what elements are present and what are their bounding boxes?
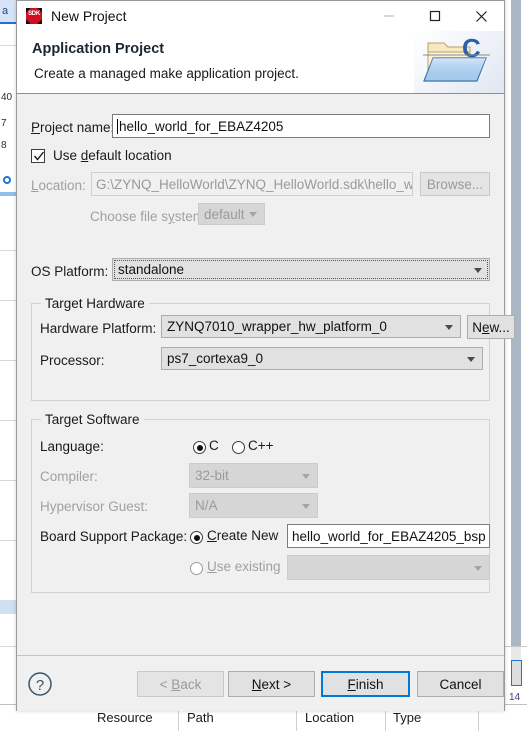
background-selected-row	[0, 600, 16, 614]
background-divider	[0, 480, 16, 481]
use-default-location-checkbox[interactable]	[31, 149, 45, 163]
hardware-platform-label: Hardware Platform:	[40, 321, 157, 336]
screen: a 40 7 8 14 14 Resource Path Location Ty…	[0, 0, 527, 731]
compiler-label: Compiler:	[40, 469, 98, 484]
compiler-value: 32-bit	[195, 468, 229, 483]
background-tab-underline	[0, 22, 16, 24]
bsp-radio-use-existing[interactable]	[190, 562, 203, 575]
cancel-label: Cancel	[439, 676, 482, 692]
file-system-label: Choose file system:	[90, 209, 208, 224]
close-icon[interactable]	[458, 1, 504, 31]
language-radio-c[interactable]	[193, 441, 206, 454]
background-divider	[0, 300, 16, 301]
problems-column-location[interactable]: Location	[305, 710, 354, 725]
processor-combo[interactable]: ps7_cortexa9_0	[161, 347, 483, 370]
finish-label: Finish	[347, 676, 384, 692]
bsp-create-new-label[interactable]: Create New	[207, 528, 278, 543]
problems-column-path[interactable]: Path	[187, 710, 214, 725]
target-software-group-label: Target Software	[41, 412, 144, 427]
problems-column-type[interactable]: Type	[393, 710, 421, 725]
background-divider	[505, 646, 527, 647]
hypervisor-guest-combo: N/A	[189, 493, 318, 518]
back-label: < Back	[159, 676, 202, 692]
os-platform-value: standalone	[118, 262, 185, 277]
compiler-combo: 32-bit	[189, 463, 318, 488]
hardware-platform-value: ZYNQ7010_wrapper_hw_platform_0	[167, 319, 387, 334]
language-label: Language:	[40, 439, 104, 454]
scrollbar-thumb[interactable]	[511, 660, 522, 686]
bsp-use-existing-label[interactable]: Use existing	[207, 559, 281, 574]
background-divider	[0, 45, 16, 46]
background-breakpoint-marker[interactable]	[3, 176, 11, 184]
background-row-number: 14	[509, 692, 521, 703]
dialog-title: New Project	[51, 8, 127, 24]
dialog-header: Application Project Create a managed mak…	[17, 31, 504, 94]
new-hardware-platform-button[interactable]: New...	[467, 315, 515, 339]
new-button-label: New...	[472, 319, 510, 335]
bsp-name-value: hello_world_for_EBAZ4205_bsp	[292, 528, 486, 544]
dialog-titlebar[interactable]: SDK New Project	[17, 1, 504, 31]
page-subtitle: Create a managed make application projec…	[34, 66, 299, 81]
browse-label: Browse...	[426, 176, 484, 192]
location-value: G:\ZYNQ_HelloWorld\ZYNQ_HelloWorld.sdk\h…	[96, 176, 413, 192]
use-default-location-label[interactable]: Use default location	[53, 148, 172, 163]
background-line-number: 7	[1, 118, 7, 129]
board-support-package-label: Board Support Package:	[40, 529, 188, 544]
c-project-folder-icon: C	[414, 31, 504, 93]
browse-button: Browse...	[420, 172, 490, 196]
bsp-existing-combo	[287, 555, 490, 580]
next-label: Next >	[251, 676, 292, 692]
next-button[interactable]: Next >	[228, 671, 315, 697]
project-name-input[interactable]: hello_world_for_EBAZ4205	[112, 114, 490, 138]
dialog-body: Project name: hello_world_for_EBAZ4205 U…	[17, 94, 515, 655]
background-divider	[0, 250, 16, 251]
language-option-cpp-label[interactable]: C++	[248, 438, 274, 453]
language-radio-cpp[interactable]	[232, 441, 245, 454]
background-editor-tab[interactable]: a	[0, 0, 16, 22]
location-input: G:\ZYNQ_HelloWorld\ZYNQ_HelloWorld.sdk\h…	[91, 172, 413, 196]
processor-value: ps7_cortexa9_0	[167, 351, 264, 366]
hardware-platform-combo[interactable]: ZYNQ7010_wrapper_hw_platform_0	[161, 315, 461, 338]
project-name-label: Project name:	[31, 120, 115, 135]
os-platform-label: OS Platform:	[31, 264, 109, 279]
os-platform-combo[interactable]: standalone	[112, 258, 490, 281]
background-line-number: 40	[1, 92, 13, 103]
location-label: Location:	[31, 178, 86, 193]
finish-button[interactable]: Finish	[321, 671, 410, 697]
background-divider	[0, 420, 16, 421]
cancel-button[interactable]: Cancel	[417, 671, 504, 697]
processor-label: Processor:	[40, 353, 105, 368]
background-right-panel	[511, 0, 521, 680]
new-project-dialog: SDK New Project Application Project Crea…	[16, 0, 515, 711]
sdk-icon: SDK	[26, 8, 42, 24]
back-button: < Back	[137, 671, 224, 697]
background-editor-sliver: a 40 7 8	[0, 0, 16, 731]
file-system-combo: default	[198, 203, 265, 225]
problems-column-resource[interactable]: Resource	[97, 710, 153, 725]
background-right-sliver: 14 14	[505, 0, 527, 731]
hypervisor-guest-value: N/A	[195, 498, 218, 513]
background-divider	[0, 360, 16, 361]
help-icon[interactable]: ?	[27, 671, 53, 697]
target-hardware-group-label: Target Hardware	[41, 296, 149, 311]
background-selected-row	[0, 192, 16, 196]
dialog-footer: ? < Back Next > Finish Cancel	[17, 655, 504, 711]
bsp-name-input[interactable]: hello_world_for_EBAZ4205_bsp	[287, 524, 490, 548]
project-name-value: hello_world_for_EBAZ4205	[119, 118, 284, 134]
minimize-icon[interactable]	[366, 1, 412, 31]
page-title: Application Project	[32, 41, 165, 57]
background-divider	[0, 646, 16, 647]
svg-text:?: ?	[36, 677, 44, 694]
file-system-value: default	[204, 206, 245, 222]
maximize-icon[interactable]	[412, 1, 458, 31]
window-controls	[366, 1, 504, 31]
background-line-number: 8	[1, 140, 7, 151]
hypervisor-guest-label: Hypervisor Guest:	[40, 499, 149, 514]
background-divider	[0, 540, 16, 541]
language-option-c-label[interactable]: C	[209, 438, 219, 453]
bsp-radio-create-new[interactable]	[190, 531, 203, 544]
